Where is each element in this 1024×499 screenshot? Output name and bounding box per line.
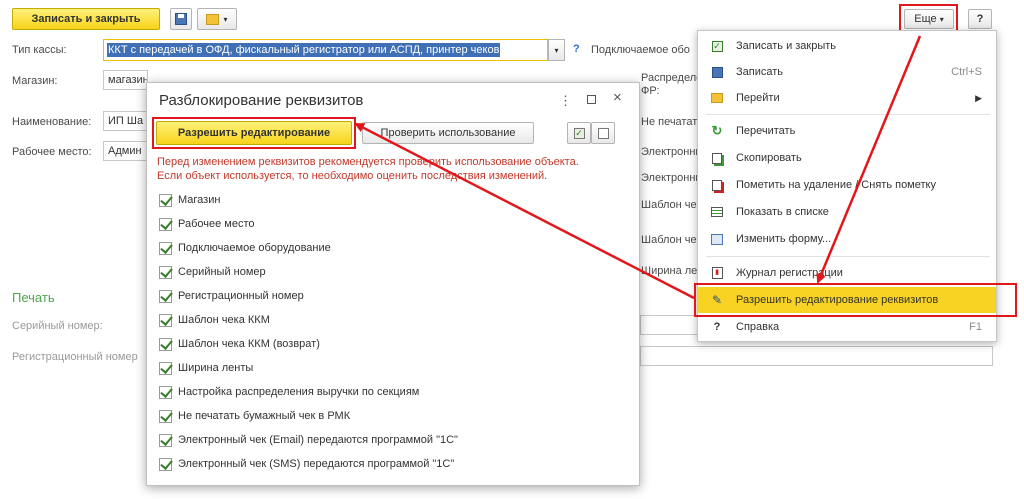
arrow-to-menu-item bbox=[816, 35, 922, 284]
arrow-to-allow-edit-button bbox=[354, 122, 695, 300]
annotation-arrows bbox=[354, 35, 922, 300]
